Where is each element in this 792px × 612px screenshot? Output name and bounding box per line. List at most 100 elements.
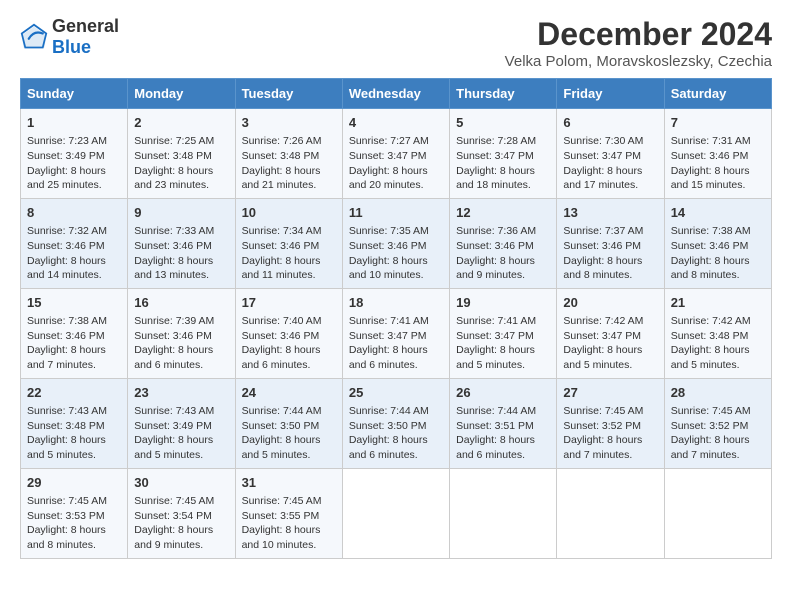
sunrise-text: Sunrise: 7:45 AM [671, 405, 751, 417]
sunset-text: Sunset: 3:48 PM [134, 150, 212, 162]
daylight-text: Daylight: 8 hours and 10 minutes. [242, 524, 321, 551]
calendar-cell: 3Sunrise: 7:26 AMSunset: 3:48 PMDaylight… [235, 109, 342, 199]
calendar-cell: 31 Sunrise: 7:45 AM Sunset: 3:55 PM Dayligh… [235, 468, 342, 558]
sunset-text: Sunset: 3:49 PM [134, 420, 212, 432]
day-number: 17 [242, 294, 336, 312]
logo-icon [20, 23, 48, 51]
calendar-cell: 26Sunrise: 7:44 AMSunset: 3:51 PMDayligh… [450, 378, 557, 468]
sunrise-text: Sunrise: 7:28 AM [456, 135, 536, 147]
sunset-text: Sunset: 3:49 PM [27, 150, 105, 162]
daylight-text: Daylight: 8 hours and 7 minutes. [671, 434, 750, 461]
daylight-text: Daylight: 8 hours and 5 minutes. [456, 344, 535, 371]
sunset-text: Sunset: 3:55 PM [242, 510, 320, 522]
calendar-cell [342, 468, 449, 558]
calendar-cell: 9Sunrise: 7:33 AMSunset: 3:46 PMDaylight… [128, 198, 235, 288]
day-number: 31 [242, 474, 336, 492]
daylight-text: Daylight: 8 hours and 8 minutes. [671, 255, 750, 282]
day-number: 28 [671, 384, 765, 402]
day-number: 23 [134, 384, 228, 402]
day-number: 9 [134, 204, 228, 222]
calendar-cell: 20Sunrise: 7:42 AMSunset: 3:47 PMDayligh… [557, 288, 664, 378]
daylight-text: Daylight: 8 hours and 25 minutes. [27, 165, 106, 192]
day-number: 3 [242, 114, 336, 132]
header-friday: Friday [557, 79, 664, 109]
daylight-text: Daylight: 8 hours and 5 minutes. [671, 344, 750, 371]
sunrise-text: Sunrise: 7:40 AM [242, 315, 322, 327]
calendar-cell: 18Sunrise: 7:41 AMSunset: 3:47 PMDayligh… [342, 288, 449, 378]
sunset-text: Sunset: 3:54 PM [134, 510, 212, 522]
daylight-text: Daylight: 8 hours and 18 minutes. [456, 165, 535, 192]
sunset-text: Sunset: 3:50 PM [242, 420, 320, 432]
day-number: 11 [349, 204, 443, 222]
day-number: 4 [349, 114, 443, 132]
calendar-cell: 2Sunrise: 7:25 AMSunset: 3:48 PMDaylight… [128, 109, 235, 199]
calendar-table: SundayMondayTuesdayWednesdayThursdayFrid… [20, 78, 772, 559]
day-number: 15 [27, 294, 121, 312]
daylight-text: Daylight: 8 hours and 6 minutes. [134, 344, 213, 371]
day-number: 20 [563, 294, 657, 312]
calendar-cell: 14Sunrise: 7:38 AMSunset: 3:46 PMDayligh… [664, 198, 771, 288]
sunrise-text: Sunrise: 7:38 AM [27, 315, 107, 327]
main-title: December 2024 [505, 16, 772, 53]
sunrise-text: Sunrise: 7:42 AM [563, 315, 643, 327]
sunset-text: Sunset: 3:46 PM [456, 240, 534, 252]
daylight-text: Daylight: 8 hours and 9 minutes. [134, 524, 213, 551]
daylight-text: Daylight: 8 hours and 5 minutes. [27, 434, 106, 461]
daylight-text: Daylight: 8 hours and 6 minutes. [456, 434, 535, 461]
logo-general: General [52, 16, 119, 36]
sunset-text: Sunset: 3:53 PM [27, 510, 105, 522]
sunrise-text: Sunrise: 7:26 AM [242, 135, 322, 147]
sunset-text: Sunset: 3:47 PM [349, 150, 427, 162]
sunset-text: Sunset: 3:46 PM [349, 240, 427, 252]
sunset-text: Sunset: 3:52 PM [671, 420, 749, 432]
sunrise-text: Sunrise: 7:38 AM [671, 225, 751, 237]
calendar-cell: 27Sunrise: 7:45 AMSunset: 3:52 PMDayligh… [557, 378, 664, 468]
daylight-text: Daylight: 8 hours and 5 minutes. [563, 344, 642, 371]
sunrise-text: Sunrise: 7:33 AM [134, 225, 214, 237]
calendar-cell: 23Sunrise: 7:43 AMSunset: 3:49 PMDayligh… [128, 378, 235, 468]
sunset-text: Sunset: 3:46 PM [27, 240, 105, 252]
calendar-cell: 7Sunrise: 7:31 AMSunset: 3:46 PMDaylight… [664, 109, 771, 199]
sunset-text: Sunset: 3:47 PM [563, 150, 641, 162]
day-number: 26 [456, 384, 550, 402]
sunrise-text: Sunrise: 7:36 AM [456, 225, 536, 237]
sunset-text: Sunset: 3:48 PM [242, 150, 320, 162]
subtitle: Velka Polom, Moravskoslezsky, Czechia [505, 53, 772, 70]
daylight-text: Daylight: 8 hours and 11 minutes. [242, 255, 321, 282]
day-number: 6 [563, 114, 657, 132]
day-number: 30 [134, 474, 228, 492]
calendar-cell: 1Sunrise: 7:23 AMSunset: 3:49 PMDaylight… [21, 109, 128, 199]
sunset-text: Sunset: 3:48 PM [671, 330, 749, 342]
day-number: 16 [134, 294, 228, 312]
week-row-2: 8Sunrise: 7:32 AMSunset: 3:46 PMDaylight… [21, 198, 772, 288]
page-header: General Blue December 2024 Velka Polom, … [20, 16, 772, 70]
calendar-cell: 29Sunrise: 7:45 AMSunset: 3:53 PMDayligh… [21, 468, 128, 558]
sunset-text: Sunset: 3:47 PM [456, 330, 534, 342]
week-row-5: 29Sunrise: 7:45 AMSunset: 3:53 PMDayligh… [21, 468, 772, 558]
logo: General Blue [20, 16, 119, 58]
sunrise-text: Sunrise: 7:39 AM [134, 315, 214, 327]
daylight-text: Daylight: 8 hours and 14 minutes. [27, 255, 106, 282]
daylight-text: Daylight: 8 hours and 6 minutes. [242, 344, 321, 371]
logo-text: General Blue [52, 16, 119, 58]
daylight-text: Daylight: 8 hours and 8 minutes. [563, 255, 642, 282]
calendar-cell: 21Sunrise: 7:42 AMSunset: 3:48 PMDayligh… [664, 288, 771, 378]
calendar-cell: 4Sunrise: 7:27 AMSunset: 3:47 PMDaylight… [342, 109, 449, 199]
header-row: SundayMondayTuesdayWednesdayThursdayFrid… [21, 79, 772, 109]
sunset-text: Sunset: 3:46 PM [671, 240, 749, 252]
sunrise-text: Sunrise: 7:45 AM [242, 495, 322, 507]
day-number: 19 [456, 294, 550, 312]
daylight-text: Daylight: 8 hours and 15 minutes. [671, 165, 750, 192]
daylight-text: Daylight: 8 hours and 23 minutes. [134, 165, 213, 192]
calendar-cell: 17Sunrise: 7:40 AMSunset: 3:46 PMDayligh… [235, 288, 342, 378]
daylight-text: Daylight: 8 hours and 17 minutes. [563, 165, 642, 192]
daylight-text: Daylight: 8 hours and 10 minutes. [349, 255, 428, 282]
day-number: 7 [671, 114, 765, 132]
calendar-cell: 6Sunrise: 7:30 AMSunset: 3:47 PMDaylight… [557, 109, 664, 199]
sunset-text: Sunset: 3:46 PM [27, 330, 105, 342]
week-row-1: 1Sunrise: 7:23 AMSunset: 3:49 PMDaylight… [21, 109, 772, 199]
sunrise-text: Sunrise: 7:45 AM [563, 405, 643, 417]
calendar-cell: 25Sunrise: 7:44 AMSunset: 3:50 PMDayligh… [342, 378, 449, 468]
daylight-text: Daylight: 8 hours and 13 minutes. [134, 255, 213, 282]
calendar-cell: 16Sunrise: 7:39 AMSunset: 3:46 PMDayligh… [128, 288, 235, 378]
